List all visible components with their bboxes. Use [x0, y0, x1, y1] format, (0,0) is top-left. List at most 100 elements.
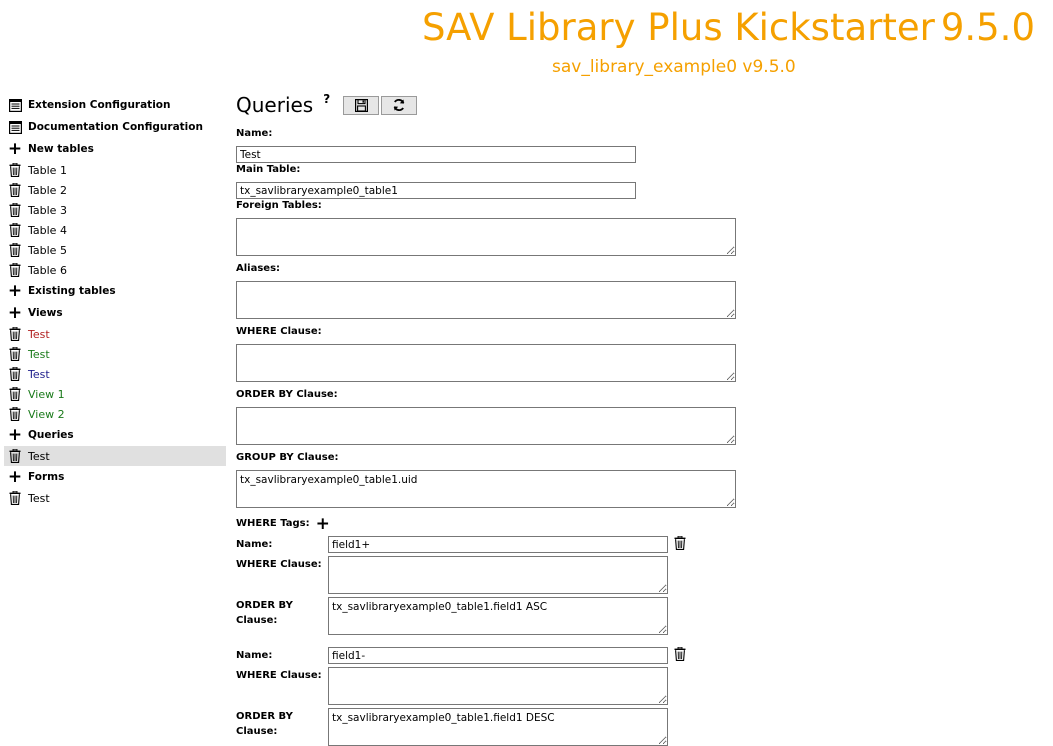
trash-icon[interactable]	[8, 490, 22, 506]
save-button[interactable]	[343, 96, 379, 115]
sidebar-item-label[interactable]: Test	[28, 450, 50, 463]
sidebar-item[interactable]: View 1	[4, 384, 226, 404]
where-clause-label: WHERE Clause:	[236, 326, 756, 338]
sidebar-item-label[interactable]: View 1	[28, 388, 65, 401]
sidebar-item-label[interactable]: Table 5	[28, 244, 67, 257]
trash-icon[interactable]	[8, 366, 22, 382]
aliases-textarea[interactable]	[236, 281, 736, 319]
where-tag-order-label-line2: Clause:	[236, 615, 277, 626]
title-row: Queries ?	[236, 90, 756, 120]
app-version: 9.5.0	[941, 6, 1035, 49]
where-tags-list: Name:WHERE Clause:ORDER BYClause:tx_savl…	[236, 536, 756, 746]
delete-where-tag-icon[interactable]	[674, 647, 686, 661]
where-tag-order-textarea[interactable]: tx_savlibraryexample0_table1.field1 ASC	[328, 597, 668, 635]
sidebar-item-label[interactable]: Test	[28, 328, 50, 341]
sidebar-item-label[interactable]: Table 1	[28, 164, 67, 177]
trash-icon[interactable]	[8, 162, 22, 178]
sidebar-item[interactable]: Table 3	[4, 200, 226, 220]
plus-icon[interactable]: +	[8, 469, 22, 485]
trash-icon[interactable]	[8, 242, 22, 258]
where-tag-name-row: Name:	[236, 647, 756, 664]
sidebar-item[interactable]: Extension Configuration	[4, 94, 226, 116]
trash-icon[interactable]	[8, 346, 22, 362]
where-tag-name-input[interactable]	[328, 647, 668, 664]
sidebar-item[interactable]: Table 5	[4, 240, 226, 260]
sidebar-item[interactable]: Table 6	[4, 260, 226, 280]
where-tag-order-label: ORDER BYClause:	[236, 597, 328, 628]
sidebar-item-label[interactable]: Table 6	[28, 264, 67, 277]
sidebar-item[interactable]: Test	[4, 364, 226, 384]
sidebar-item[interactable]: + Queries	[4, 424, 226, 446]
delete-where-tag-icon[interactable]	[674, 536, 686, 550]
trash-icon[interactable]	[8, 182, 22, 198]
trash-icon[interactable]	[8, 448, 22, 464]
main-table-label: Main Table:	[236, 164, 756, 176]
sidebar-item[interactable]: Test	[4, 344, 226, 364]
sidebar-item[interactable]: Table 4	[4, 220, 226, 240]
trash-icon[interactable]	[8, 406, 22, 422]
where-tag-where-row: WHERE Clause:	[236, 667, 756, 705]
sidebar-item-label[interactable]: Table 2	[28, 184, 67, 197]
trash-icon[interactable]	[8, 202, 22, 218]
sidebar-item-label[interactable]: Documentation Configuration	[28, 121, 203, 133]
sidebar-item-label[interactable]: New tables	[28, 143, 94, 155]
sidebar-item[interactable]: + Views	[4, 302, 226, 324]
sidebar-item-label[interactable]: Views	[28, 307, 63, 319]
trash-icon[interactable]	[8, 386, 22, 402]
where-tag-order-row: ORDER BYClause:tx_savlibraryexample0_tab…	[236, 597, 756, 635]
order-by-clause-textarea[interactable]	[236, 407, 736, 445]
add-where-tag-icon[interactable]: +	[316, 516, 330, 532]
where-tag-name-label: Name:	[236, 536, 328, 552]
main-table-input[interactable]	[236, 182, 636, 199]
group-by-clause-textarea[interactable]: tx_savlibraryexample0_table1.uid	[236, 470, 736, 508]
main-panel: Queries ? Name: Main Table: Foreign Tabl…	[236, 90, 756, 746]
help-icon[interactable]: ?	[323, 92, 330, 106]
plus-icon[interactable]: +	[8, 305, 22, 321]
refresh-button[interactable]	[381, 96, 417, 115]
document-icon[interactable]	[8, 97, 22, 113]
sidebar-item[interactable]: Test	[4, 446, 226, 466]
where-tag-order-textarea[interactable]: tx_savlibraryexample0_table1.field1 DESC	[328, 708, 668, 746]
sidebar-item-label[interactable]: Existing tables	[28, 285, 116, 297]
sidebar-item[interactable]: + Forms	[4, 466, 226, 488]
sidebar-item-label[interactable]: Table 4	[28, 224, 67, 237]
sidebar-item[interactable]: Table 2	[4, 180, 226, 200]
sidebar-item-label[interactable]: Test	[28, 368, 50, 381]
sidebar-item[interactable]: Documentation Configuration	[4, 116, 226, 138]
app-title-text: SAV Library Plus Kickstarter	[422, 6, 935, 49]
aliases-label: Aliases:	[236, 263, 756, 275]
foreign-tables-textarea[interactable]	[236, 218, 736, 256]
document-icon[interactable]	[8, 119, 22, 135]
sidebar-item[interactable]: Test	[4, 488, 226, 508]
sidebar-item-label[interactable]: Test	[28, 492, 50, 505]
sidebar: Extension Configuration Documentation Con…	[4, 94, 226, 508]
trash-icon[interactable]	[8, 222, 22, 238]
plus-icon[interactable]: +	[8, 427, 22, 443]
sidebar-item[interactable]: + New tables	[4, 138, 226, 160]
sidebar-item-label[interactable]: Forms	[28, 471, 64, 483]
sidebar-item-label[interactable]: Test	[28, 348, 50, 361]
where-tag-name-input[interactable]	[328, 536, 668, 553]
sidebar-item[interactable]: + Existing tables	[4, 280, 226, 302]
where-tag-where-textarea[interactable]	[328, 556, 668, 594]
where-tag-where-textarea[interactable]	[328, 667, 668, 705]
plus-icon[interactable]: +	[8, 283, 22, 299]
sidebar-item-label[interactable]: View 2	[28, 408, 65, 421]
sidebar-item[interactable]: View 2	[4, 404, 226, 424]
extension-subtitle: sav_library_example0 v9.5.0	[552, 57, 796, 77]
where-clause-textarea[interactable]	[236, 344, 736, 382]
order-by-clause-label: ORDER BY Clause:	[236, 389, 756, 401]
name-input[interactable]	[236, 146, 636, 163]
name-label: Name:	[236, 128, 756, 140]
save-icon	[355, 99, 368, 112]
sidebar-item-label[interactable]: Queries	[28, 429, 74, 441]
plus-icon[interactable]: +	[8, 141, 22, 157]
sidebar-item-label[interactable]: Extension Configuration	[28, 99, 171, 111]
refresh-icon	[392, 98, 406, 112]
where-tag-where-label: WHERE Clause:	[236, 667, 328, 683]
trash-icon[interactable]	[8, 326, 22, 342]
sidebar-item[interactable]: Table 1	[4, 160, 226, 180]
sidebar-item[interactable]: Test	[4, 324, 226, 344]
sidebar-item-label[interactable]: Table 3	[28, 204, 67, 217]
trash-icon[interactable]	[8, 262, 22, 278]
